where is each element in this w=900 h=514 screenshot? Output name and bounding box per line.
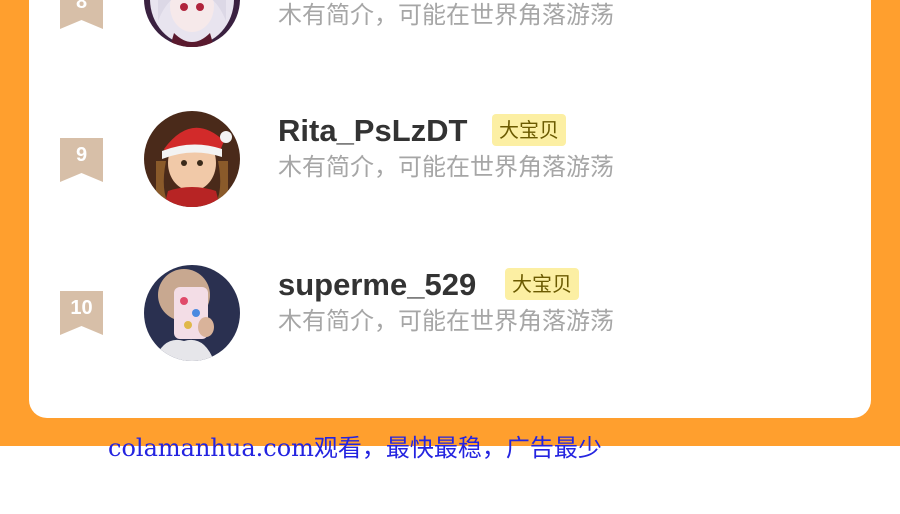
user-tag-badge: 大宝贝 [505,268,579,300]
ranking-card: 8 木有简介，可能在世界角落游荡 9 Rita_PsLzDT 大宝贝 木有简介，… [29,0,871,418]
avatar-image [144,0,240,47]
rank-badge: 9 [60,138,103,182]
user-bio: 木有简介，可能在世界角落游荡 [278,307,614,335]
anime-girl-avatar[interactable] [144,0,240,47]
avatar-image [144,265,240,361]
phone-selfie-avatar[interactable] [144,265,240,361]
user-bio: 木有简介，可能在世界角落游荡 [278,1,614,29]
avatar-image [144,111,240,207]
rank-number: 9 [75,144,88,166]
orange-frame: 8 木有简介，可能在世界角落游荡 9 Rita_PsLzDT 大宝贝 木有简介，… [0,0,900,446]
site-watermark: colamanhua.com观看，最快最稳，广告最少 [108,434,602,462]
user-bio: 木有简介，可能在世界角落游荡 [278,153,614,181]
ranking-row-9[interactable]: 9 Rita_PsLzDT 大宝贝 木有简介，可能在世界角落游荡 [29,111,871,211]
rank-badge: 8 [60,0,103,29]
santa-hat-avatar[interactable] [144,111,240,207]
rank-number: 8 [75,0,88,13]
rank-number: 10 [70,297,93,319]
user-tag-badge: 大宝贝 [492,114,566,146]
user-name[interactable]: Rita_PsLzDT [278,112,467,150]
ranking-row-10[interactable]: 10 superme_529 大宝贝 木有简介，可能在世界角落游荡 [29,265,871,365]
ranking-row-8[interactable]: 8 木有简介，可能在世界角落游荡 [29,0,871,60]
user-name[interactable]: superme_529 [278,266,476,304]
rank-badge: 10 [60,291,103,335]
